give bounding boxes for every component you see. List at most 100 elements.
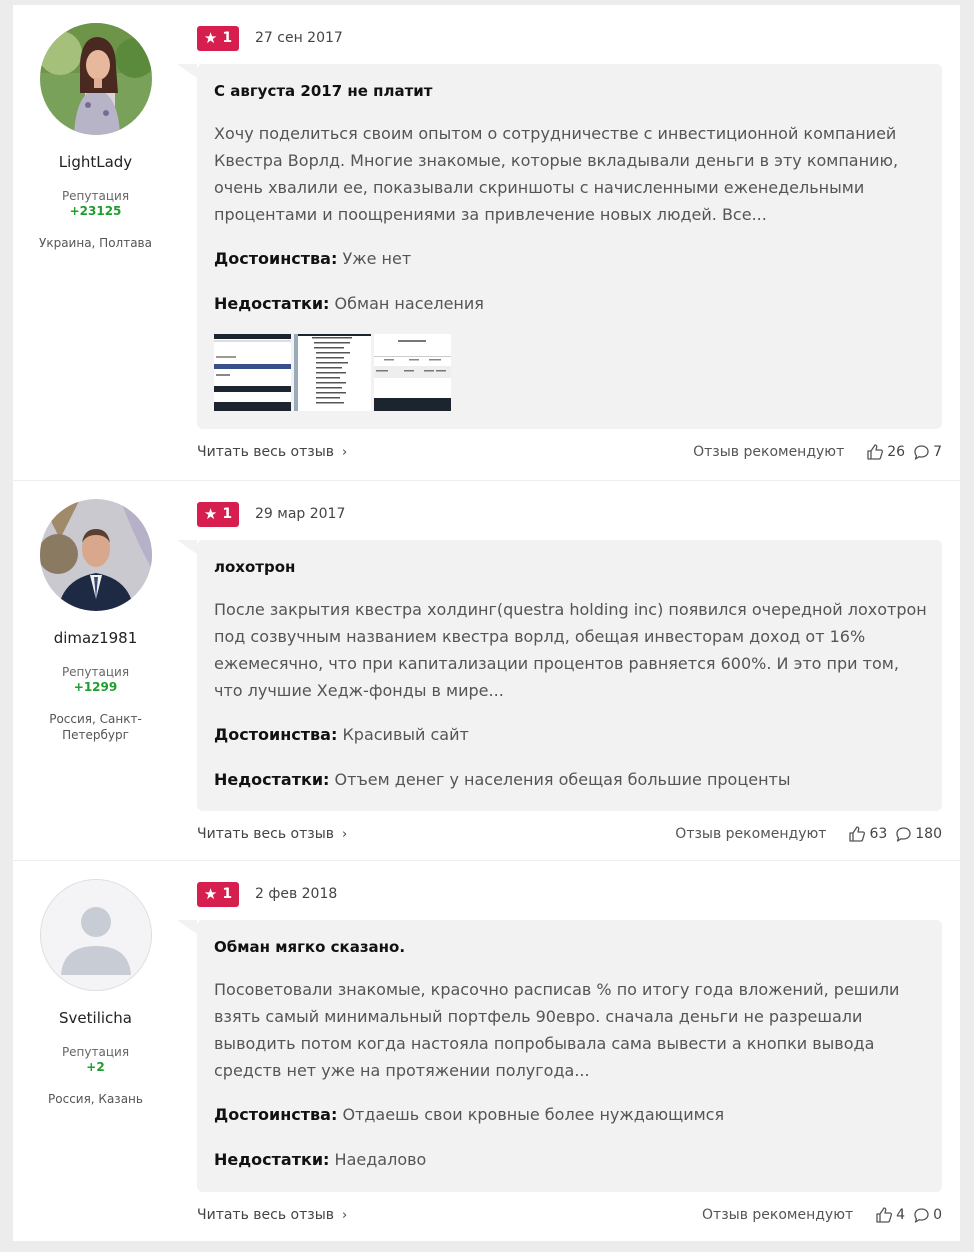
review-date: 27 сен 2017 bbox=[255, 30, 343, 46]
pros-text: Красивый сайт bbox=[342, 725, 469, 744]
review-date: 2 фев 2018 bbox=[255, 886, 338, 902]
review-author: Svetilicha Репутация +2 Россия, Казань bbox=[13, 861, 178, 1107]
review-cons: Недостатки: Наедалово bbox=[214, 1150, 426, 1169]
comment-icon bbox=[914, 1207, 929, 1223]
pros-label: Достоинства: bbox=[214, 249, 338, 268]
review-card: LightLady Репутация +23125 Украина, Полт… bbox=[13, 5, 960, 480]
avatar[interactable] bbox=[39, 499, 152, 611]
chevron-right-icon: › bbox=[342, 444, 348, 460]
cons-text: Наедалово bbox=[334, 1150, 427, 1169]
comments-button[interactable]: 7 bbox=[913, 444, 942, 461]
photo-thumbnail[interactable] bbox=[214, 334, 291, 411]
review-stats: Отзыв рекомендуют 4 0 bbox=[702, 1206, 942, 1224]
rating-value: 1 bbox=[222, 886, 233, 902]
thumbs-up-icon bbox=[867, 444, 884, 460]
review-title[interactable]: лохотрон bbox=[214, 558, 295, 576]
author-location: Украина, Полтава bbox=[39, 236, 152, 250]
avatar[interactable] bbox=[39, 879, 152, 991]
reviews-list: LightLady Репутация +23125 Украина, Полт… bbox=[13, 5, 960, 1241]
review-text: Хочу поделиться своим опытом о сотруднич… bbox=[214, 124, 899, 224]
author-location: Россия, Санкт-Петербург bbox=[49, 712, 142, 742]
review-meta: ★ 1 29 мар 2017 bbox=[197, 501, 345, 527]
cons-text: Отъем денег у населения обещая большие п… bbox=[334, 770, 791, 789]
reputation-label: Репутация bbox=[61, 665, 130, 679]
star-icon: ★ bbox=[203, 504, 218, 523]
review-card: dimaz1981 Репутация +1299 Россия, Санкт-… bbox=[13, 480, 960, 861]
read-full-review-label: Читать весь отзыв bbox=[197, 444, 335, 460]
review-pros: Достоинства: Красивый сайт bbox=[214, 725, 469, 744]
reputation-label: Репутация bbox=[61, 189, 130, 203]
author-location: Россия, Казань bbox=[48, 1092, 143, 1106]
read-full-review-label: Читать весь отзыв bbox=[197, 1207, 335, 1223]
reputation-value: +23125 bbox=[69, 204, 122, 218]
read-full-review-link[interactable]: Читать весь отзыв › bbox=[197, 1207, 347, 1223]
photo-thumbnail[interactable] bbox=[294, 334, 371, 411]
likes-count: 63 bbox=[869, 826, 888, 842]
pros-text: Уже нет bbox=[342, 249, 412, 268]
review-text: После закрытия квестра холдинг(questra h… bbox=[214, 600, 927, 700]
comments-button[interactable]: 0 bbox=[913, 1207, 942, 1224]
thumbs-up-icon bbox=[849, 826, 866, 842]
likes-count: 26 bbox=[887, 444, 906, 460]
recommend-label: Отзыв рекомендуют bbox=[702, 1207, 854, 1223]
photo-thumbnail[interactable] bbox=[374, 334, 451, 411]
likes-count: 4 bbox=[896, 1207, 906, 1223]
review-footer: Читать весь отзыв › Отзыв рекомендуют 4 … bbox=[197, 1203, 942, 1227]
likes-button[interactable]: 4 bbox=[875, 1206, 905, 1224]
cons-text: Обман населения bbox=[334, 294, 484, 313]
likes-button[interactable]: 63 bbox=[848, 825, 887, 843]
pros-label: Достоинства: bbox=[214, 725, 338, 744]
recommend-label: Отзыв рекомендуют bbox=[675, 826, 827, 842]
review-footer: Читать весь отзыв › Отзыв рекомендуют 26… bbox=[197, 440, 942, 464]
review-pros: Достоинства: Уже нет bbox=[214, 249, 411, 268]
rating-badge: ★ 1 bbox=[197, 881, 239, 907]
review-body: Обман мягко сказано. Посоветовали знаком… bbox=[177, 920, 942, 1192]
review-author: LightLady Репутация +23125 Украина, Полт… bbox=[13, 5, 178, 251]
read-full-review-link[interactable]: Читать весь отзыв › bbox=[197, 826, 347, 842]
comment-icon bbox=[896, 826, 911, 842]
review-body: лохотрон После закрытия квестра холдинг(… bbox=[177, 540, 942, 811]
thumbs-up-icon bbox=[876, 1207, 893, 1223]
review-meta: ★ 1 2 фев 2018 bbox=[197, 881, 337, 907]
author-name[interactable]: dimaz1981 bbox=[13, 629, 178, 647]
rating-value: 1 bbox=[222, 30, 233, 46]
review-title[interactable]: Обман мягко сказано. bbox=[214, 938, 405, 956]
avatar[interactable] bbox=[39, 23, 152, 135]
chevron-right-icon: › bbox=[342, 1207, 348, 1223]
cons-label: Недостатки: bbox=[214, 294, 330, 313]
review-author: dimaz1981 Репутация +1299 Россия, Санкт-… bbox=[13, 481, 178, 743]
comments-count: 180 bbox=[915, 826, 942, 842]
author-name[interactable]: LightLady bbox=[13, 153, 178, 171]
review-meta: ★ 1 27 сен 2017 bbox=[197, 25, 343, 51]
review-date: 29 мар 2017 bbox=[255, 506, 346, 522]
comment-icon bbox=[914, 444, 929, 460]
review-photos bbox=[214, 334, 451, 411]
review-footer: Читать весь отзыв › Отзыв рекомендуют 63… bbox=[197, 822, 942, 846]
chevron-right-icon: › bbox=[342, 826, 348, 842]
review-cons: Недостатки: Обман населения bbox=[214, 294, 484, 313]
reputation-label: Репутация bbox=[61, 1045, 130, 1059]
review-card: Svetilicha Репутация +2 Россия, Казань ★… bbox=[13, 860, 960, 1242]
comments-button[interactable]: 180 bbox=[895, 826, 942, 843]
rating-value: 1 bbox=[222, 506, 233, 522]
pros-text: Отдаешь свои кровные более нуждающимся bbox=[342, 1105, 725, 1124]
cons-label: Недостатки: bbox=[214, 1150, 330, 1169]
rating-badge: ★ 1 bbox=[197, 501, 239, 527]
review-cons: Недостатки: Отъем денег у населения обещ… bbox=[214, 770, 791, 789]
reputation-value: +2 bbox=[86, 1060, 105, 1074]
reputation-value: +1299 bbox=[73, 680, 118, 694]
review-stats: Отзыв рекомендуют 63 180 bbox=[675, 825, 942, 843]
pros-label: Достоинства: bbox=[214, 1105, 338, 1124]
comments-count: 7 bbox=[933, 444, 942, 460]
read-full-review-link[interactable]: Читать весь отзыв › bbox=[197, 444, 347, 460]
author-name[interactable]: Svetilicha bbox=[13, 1009, 178, 1027]
review-title[interactable]: С августа 2017 не платит bbox=[214, 82, 433, 100]
comments-count: 0 bbox=[933, 1207, 942, 1223]
cons-label: Недостатки: bbox=[214, 770, 330, 789]
rating-badge: ★ 1 bbox=[197, 25, 239, 51]
review-pros: Достоинства: Отдаешь свои кровные более … bbox=[214, 1105, 724, 1124]
star-icon: ★ bbox=[203, 28, 218, 47]
likes-button[interactable]: 26 bbox=[866, 443, 905, 461]
review-body: С августа 2017 не платит Хочу поделиться… bbox=[177, 64, 942, 429]
review-stats: Отзыв рекомендуют 26 7 bbox=[693, 443, 942, 461]
